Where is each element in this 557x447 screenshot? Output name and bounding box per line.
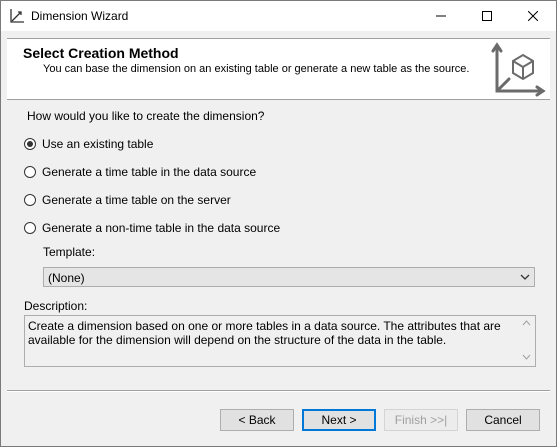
page-title: Select Creation Method bbox=[23, 45, 179, 61]
dimension-wizard-window: Dimension Wizard Select Creation Method … bbox=[0, 0, 557, 447]
creation-question: How would you like to create the dimensi… bbox=[27, 109, 265, 123]
radio-selected[interactable] bbox=[24, 138, 36, 150]
window-title: Dimension Wizard bbox=[31, 9, 129, 23]
option-label: Generate a time table in the data source bbox=[42, 165, 257, 179]
cancel-button[interactable]: Cancel bbox=[466, 409, 540, 431]
description-scrollbar[interactable] bbox=[518, 316, 535, 366]
description-text: Create a dimension based on one or more … bbox=[28, 319, 501, 347]
footer-separator bbox=[7, 390, 550, 392]
back-button[interactable]: < Back bbox=[220, 409, 294, 431]
radio-unselected[interactable] bbox=[24, 194, 36, 206]
option-label: Use an existing table bbox=[42, 137, 154, 151]
maximize-icon bbox=[482, 11, 492, 21]
chevron-down-icon bbox=[520, 274, 530, 280]
template-label: Template: bbox=[43, 245, 96, 259]
close-icon bbox=[528, 11, 538, 21]
scroll-down-icon[interactable] bbox=[522, 354, 531, 360]
radio-unselected[interactable] bbox=[24, 222, 36, 234]
description-label: Description: bbox=[24, 299, 88, 313]
option-label: Generate a non-time table in the data so… bbox=[42, 221, 281, 235]
wizard-header: Select Creation Method You can base the … bbox=[7, 38, 550, 100]
dimension-cube-icon bbox=[491, 42, 546, 97]
option-label: Generate a time table on the server bbox=[42, 193, 231, 207]
close-button[interactable] bbox=[510, 1, 556, 31]
next-button[interactable]: Next > bbox=[302, 409, 376, 431]
minimize-icon bbox=[436, 15, 446, 17]
page-subtitle: You can base the dimension on an existin… bbox=[43, 63, 470, 75]
maximize-button[interactable] bbox=[464, 1, 510, 31]
finish-button[interactable]: Finish >>| bbox=[384, 409, 458, 431]
wizard-app-icon bbox=[10, 9, 24, 23]
minimize-button[interactable] bbox=[418, 1, 464, 31]
description-box[interactable]: Create a dimension based on one or more … bbox=[24, 315, 536, 367]
radio-unselected[interactable] bbox=[24, 166, 36, 178]
title-bar[interactable]: Dimension Wizard bbox=[1, 1, 556, 31]
scroll-up-icon[interactable] bbox=[522, 320, 531, 326]
template-dropdown[interactable]: (None) bbox=[43, 267, 535, 287]
template-value: (None) bbox=[48, 271, 85, 285]
